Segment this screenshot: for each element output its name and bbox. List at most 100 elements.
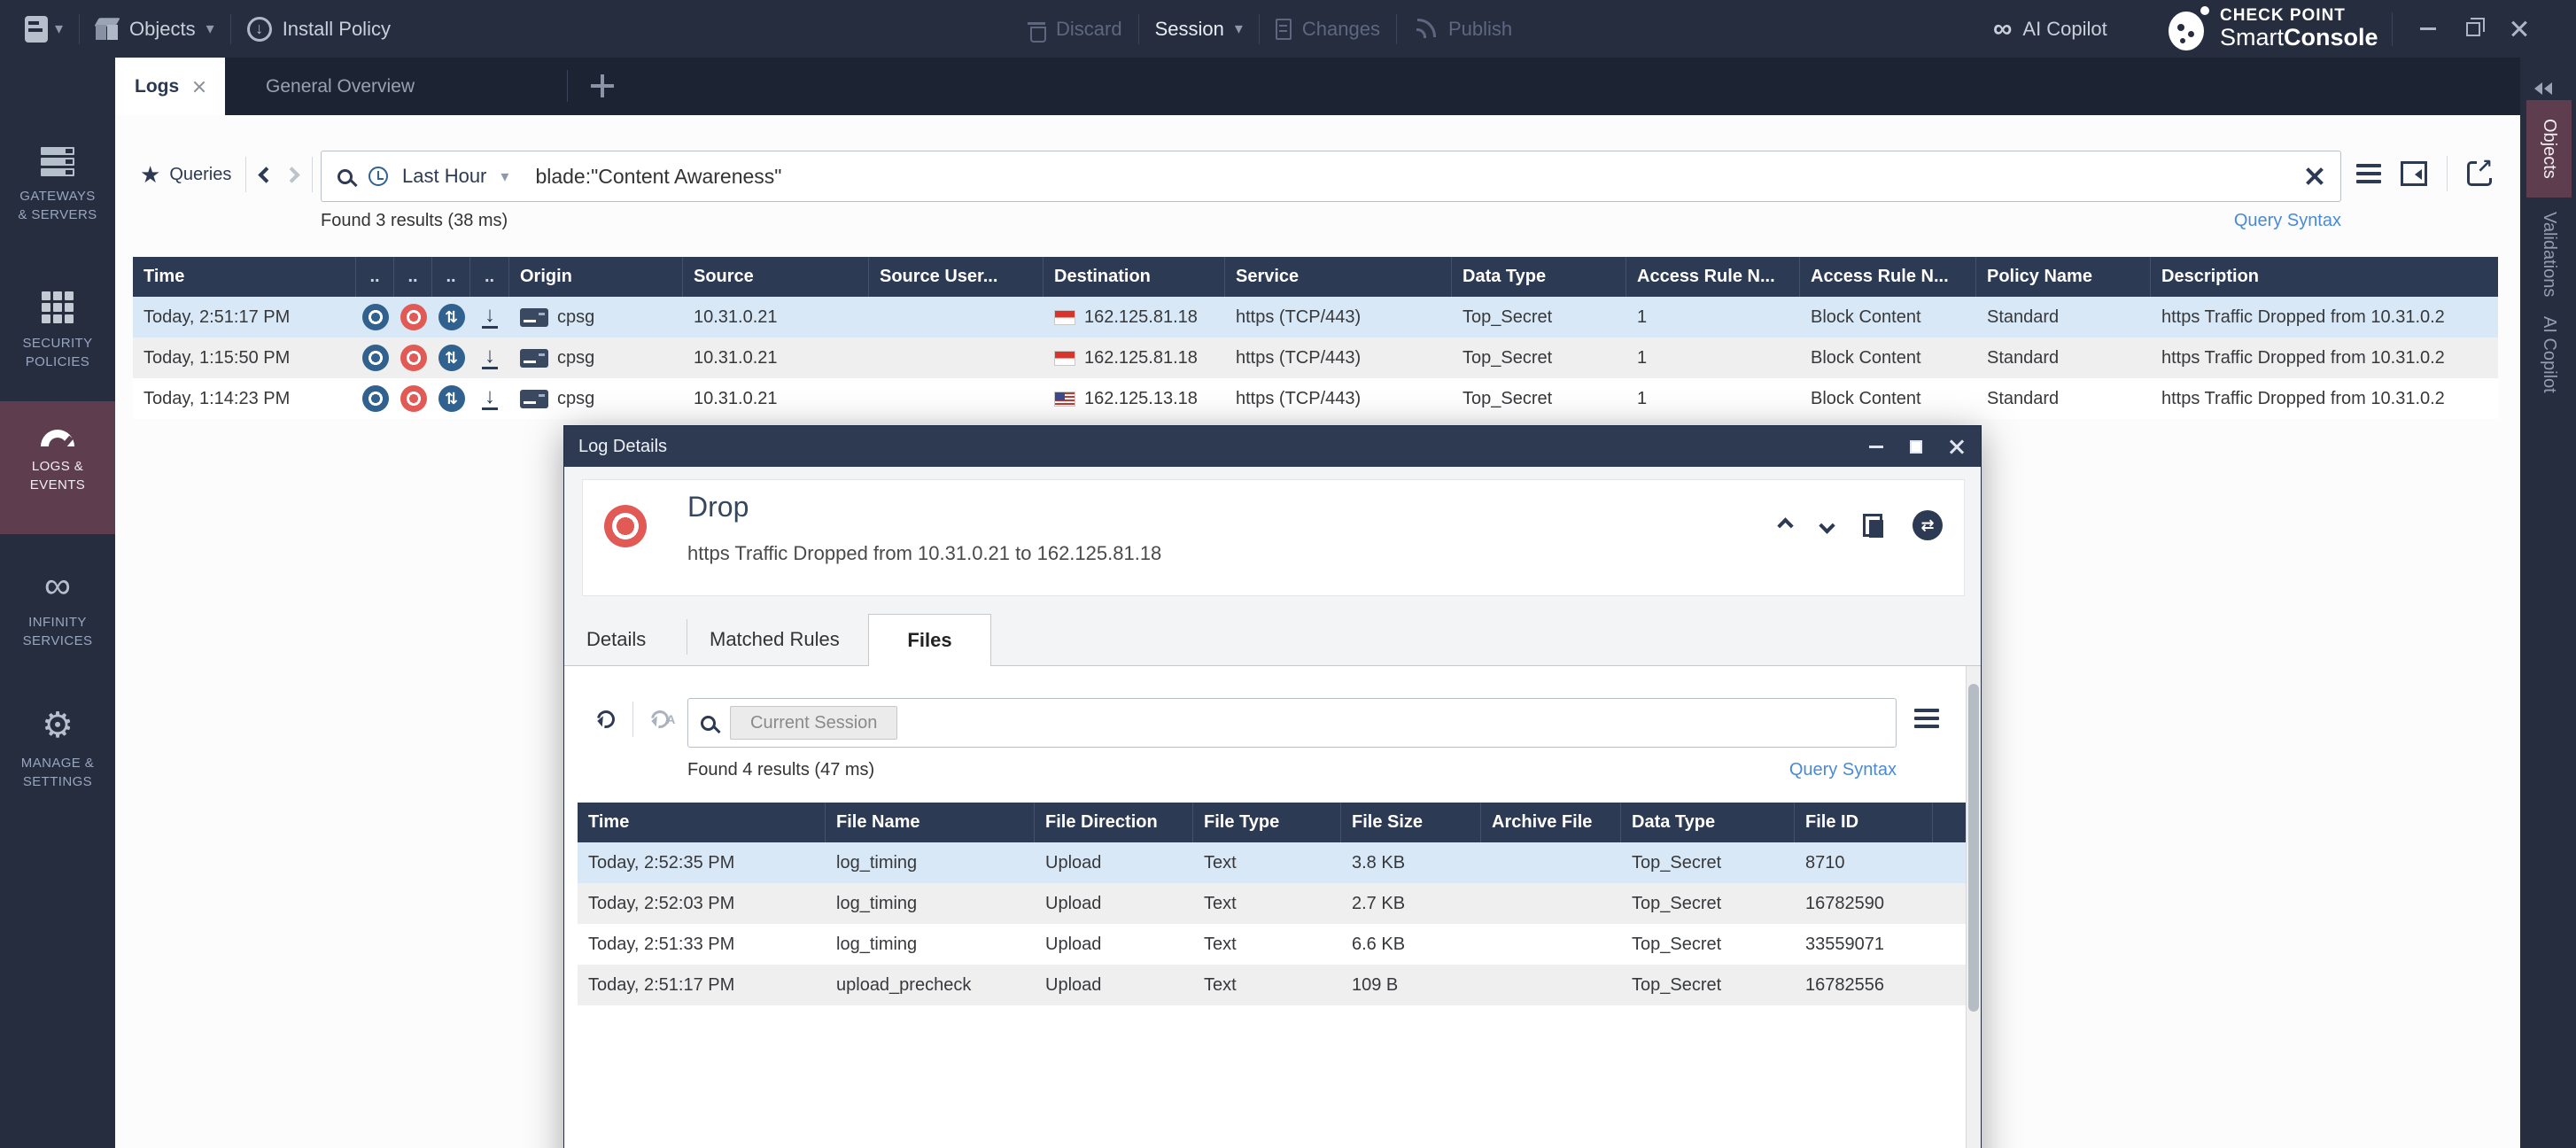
col-icon-2[interactable]: ..	[394, 257, 432, 297]
col-data-type[interactable]: Data Type	[1621, 803, 1795, 842]
current-session-token[interactable]: Current Session	[730, 706, 897, 740]
col-time[interactable]: Time	[133, 257, 356, 297]
ai-copilot-button[interactable]: AI Copilot	[1993, 16, 2107, 43]
files-search-input[interactable]: Current Session	[687, 698, 1897, 748]
file-row-4[interactable]: Today, 2:51:17 PM upload_precheck Upload…	[578, 965, 1966, 1005]
tab-general-overview[interactable]: General Overview	[246, 58, 434, 115]
clear-query-icon[interactable]	[2305, 167, 2324, 186]
close-icon[interactable]	[2510, 20, 2528, 38]
open-in-new-window-icon[interactable]	[2467, 161, 2492, 186]
main-menu-button[interactable]	[25, 16, 63, 43]
copy-icon[interactable]	[1863, 514, 1882, 537]
file-direction: Upload	[1035, 924, 1193, 965]
panel-tab-objects[interactable]: Objects	[2526, 100, 2572, 198]
col-description[interactable]: Description	[2151, 257, 2498, 297]
col-file-size[interactable]: File Size	[1341, 803, 1481, 842]
dialog-tab-details[interactable]: Details	[586, 617, 646, 662]
install-policy-button[interactable]: Install Policy	[247, 17, 391, 42]
restore-icon[interactable]	[2466, 22, 2480, 36]
time-range-selector[interactable]: Last Hour	[402, 165, 486, 188]
policy-grid-icon	[42, 291, 74, 323]
new-tab-button[interactable]	[589, 73, 616, 99]
dialog-close-icon[interactable]	[1949, 438, 1965, 454]
col-icon-4[interactable]: ..	[470, 257, 509, 297]
star-icon	[140, 163, 160, 187]
col-access-rule-number[interactable]: Access Rule N...	[1626, 257, 1800, 297]
log-source-user	[869, 297, 1044, 337]
col-file-id[interactable]: File ID	[1795, 803, 1933, 842]
log-access-rule-number: 1	[1626, 378, 1800, 419]
log-row-3[interactable]: Today, 1:14:23 PM cpsg 10.31.0.21 162.12…	[133, 378, 2498, 419]
col-file-name[interactable]: File Name	[826, 803, 1035, 842]
log-row-2[interactable]: Today, 1:15:50 PM cpsg 10.31.0.21 162.12…	[133, 337, 2498, 378]
col-destination[interactable]: Destination	[1044, 257, 1225, 297]
file-row-1[interactable]: Today, 2:52:35 PM log_timing Upload Text…	[578, 842, 1966, 883]
nav-gateways-servers[interactable]: GATEWAYS & SERVERS	[0, 142, 115, 224]
nav-infinity-services[interactable]: INFINITY SERVICES	[0, 567, 115, 650]
panel-tab-ai-copilot[interactable]: AI Copilot	[2526, 310, 2572, 399]
nav-logs-events[interactable]: LOGS & EVENTS	[0, 401, 115, 534]
table-options-icon[interactable]	[2356, 164, 2381, 183]
col-data-type[interactable]: Data Type	[1452, 257, 1626, 297]
log-search-input[interactable]: Last Hour blade:"Content Awareness"	[321, 151, 2341, 202]
scrollbar-thumb[interactable]	[1968, 684, 1979, 1012]
panel-tab-validations[interactable]: Validations	[2526, 210, 2572, 299]
nav-manage-settings[interactable]: MANAGE & SETTINGS	[0, 702, 115, 791]
log-type-icon	[362, 345, 389, 371]
dialog-maximize-icon[interactable]	[1910, 440, 1922, 454]
col-policy-name[interactable]: Policy Name	[1976, 257, 2151, 297]
col-origin[interactable]: Origin	[509, 257, 683, 297]
collapse-panel-icon[interactable]	[2534, 82, 2552, 95]
session-menu-button[interactable]: Session	[1155, 18, 1243, 41]
us-flag-icon	[1054, 392, 1075, 407]
refresh-icon[interactable]	[594, 707, 618, 732]
file-row-3[interactable]: Today, 2:51:33 PM log_timing Upload Text…	[578, 924, 1966, 965]
col-archive-file[interactable]: Archive File	[1481, 803, 1621, 842]
nav-security-policies[interactable]: SECURITY POLICIES	[0, 286, 115, 371]
back-icon[interactable]	[259, 167, 275, 182]
log-data-type: Top_Secret	[1452, 337, 1626, 378]
dialog-tab-files[interactable]: Files	[868, 614, 991, 666]
dialog-tab-matched-rules[interactable]: Matched Rules	[710, 617, 840, 662]
changes-button[interactable]: Changes	[1276, 18, 1380, 41]
forward-icon[interactable]	[284, 167, 300, 182]
col-icon-1[interactable]: ..	[356, 257, 394, 297]
dialog-titlebar[interactable]: Log Details	[564, 426, 1981, 467]
collapse-panel-icon[interactable]	[2401, 161, 2427, 186]
col-source[interactable]: Source	[683, 257, 869, 297]
col-service[interactable]: Service	[1225, 257, 1452, 297]
file-name: log_timing	[826, 883, 1035, 924]
query-syntax-link[interactable]: Query Syntax	[2108, 211, 2341, 231]
dialog-minimize-icon[interactable]	[1869, 446, 1883, 448]
files-table: Time File Name File Direction File Type …	[578, 803, 1966, 1005]
connection-icon[interactable]	[1913, 510, 1943, 540]
dialog-scrollbar[interactable]	[1966, 666, 1981, 1148]
log-row-1[interactable]: Today, 2:51:17 PM cpsg 10.31.0.21 162.12…	[133, 297, 2498, 337]
previous-log-icon[interactable]	[1777, 517, 1793, 533]
col-time[interactable]: Time	[578, 803, 826, 842]
objects-menu-button[interactable]: Objects	[96, 17, 214, 42]
minimize-icon[interactable]	[2420, 27, 2436, 30]
queries-button[interactable]: Queries	[140, 163, 231, 187]
gauge-icon	[41, 430, 74, 446]
col-source-user[interactable]: Source User...	[869, 257, 1044, 297]
log-policy-name: Standard	[1976, 297, 2151, 337]
next-log-icon[interactable]	[1819, 517, 1835, 533]
log-origin: cpsg	[557, 348, 594, 368]
col-access-rule-name[interactable]: Access Rule N...	[1800, 257, 1976, 297]
tab-logs[interactable]: Logs	[115, 58, 225, 115]
files-tab-content: A Current Session Found 4 results (47 ms…	[564, 666, 1981, 1148]
col-file-direction[interactable]: File Direction	[1035, 803, 1193, 842]
query-syntax-link[interactable]: Query Syntax	[1716, 760, 1897, 780]
col-file-type[interactable]: File Type	[1193, 803, 1341, 842]
publish-button[interactable]: Publish	[1413, 17, 1512, 42]
log-access-rule-number: 1	[1626, 337, 1800, 378]
file-row-2[interactable]: Today, 2:52:03 PM log_timing Upload Text…	[578, 883, 1966, 924]
query-text[interactable]: blade:"Content Awareness"	[535, 165, 781, 189]
close-tab-icon[interactable]	[193, 81, 206, 93]
col-icon-3[interactable]: ..	[432, 257, 470, 297]
titlebar: Objects Install Policy Discard Session	[0, 0, 2576, 58]
discard-button[interactable]: Discard	[1028, 18, 1122, 41]
auto-refresh-icon[interactable]: A	[648, 707, 672, 732]
table-options-icon[interactable]	[1914, 709, 1939, 728]
